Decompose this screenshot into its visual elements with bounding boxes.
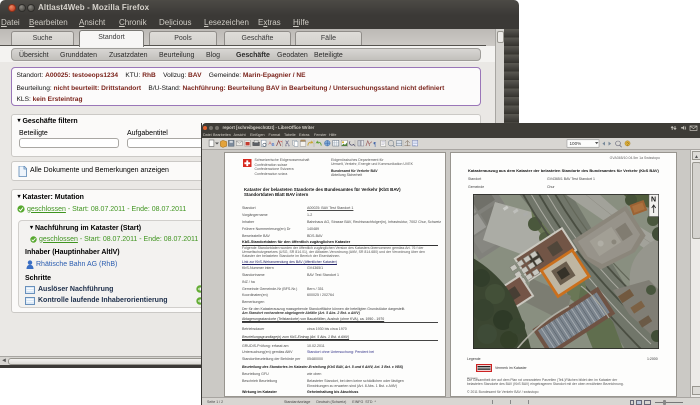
svg-text:B: B xyxy=(272,142,275,147)
svg-text:?: ? xyxy=(626,141,629,146)
svg-text:¶: ¶ xyxy=(374,142,377,148)
svg-text:N: N xyxy=(651,197,656,204)
svg-text:100%: 100% xyxy=(570,141,582,146)
